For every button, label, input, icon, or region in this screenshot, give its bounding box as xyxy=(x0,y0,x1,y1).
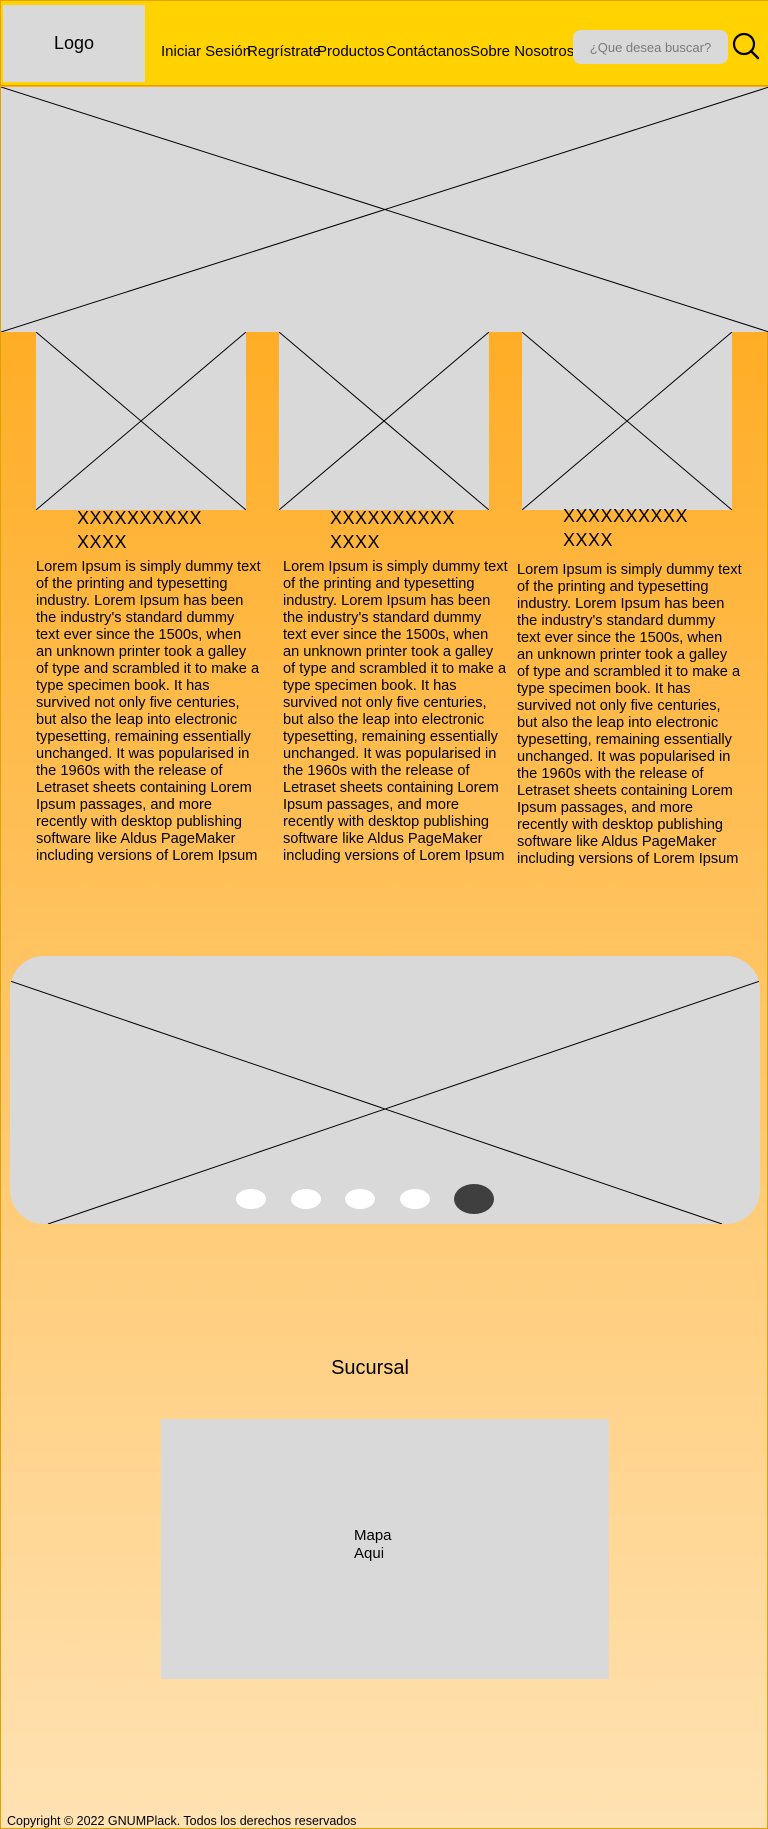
carousel-dot-active[interactable] xyxy=(454,1184,494,1214)
branch-title: Sucursal xyxy=(331,1357,409,1379)
nav-products-link[interactable]: Productos xyxy=(317,43,385,60)
image-carousel[interactable] xyxy=(10,956,760,1224)
card-description: Lorem Ipsum is simply dummy text of the … xyxy=(283,559,508,864)
map-label: Mapa Aqui xyxy=(354,1527,392,1563)
card-image xyxy=(522,332,732,510)
carousel-dot[interactable] xyxy=(291,1189,321,1209)
card-title: XXXXXXXXXX XXXX xyxy=(563,504,688,552)
footer-copyright: Copyright © 2022 GNUMPlack. Todos los de… xyxy=(7,1814,357,1828)
image-placeholder-icon xyxy=(10,980,760,1224)
hero-banner-image xyxy=(1,87,768,332)
nav-about-link[interactable]: Sobre Nosotros xyxy=(470,43,574,60)
card-title: XXXXXXXXXX XXXX xyxy=(77,506,202,554)
card-title-line: XXXX xyxy=(563,530,614,550)
card-image xyxy=(279,332,489,510)
nav-contact-link[interactable]: Contáctanos xyxy=(386,43,470,60)
nav-login-link[interactable]: Iniciar Sesión xyxy=(161,43,251,60)
logo-label: Logo xyxy=(53,33,95,53)
image-placeholder-icon xyxy=(279,332,489,510)
carousel-dot[interactable] xyxy=(236,1189,266,1209)
map-label-line: Mapa xyxy=(354,1527,392,1544)
nav-register-link[interactable]: Regrístrate xyxy=(247,43,321,60)
image-placeholder-icon xyxy=(1,87,768,332)
map-placeholder[interactable]: Mapa Aqui xyxy=(161,1419,609,1679)
image-placeholder-icon xyxy=(36,332,246,510)
image-placeholder-icon xyxy=(522,332,732,510)
card-description: Lorem Ipsum is simply dummy text of the … xyxy=(36,559,261,864)
card-title-line: XXXX xyxy=(330,532,381,552)
card-image xyxy=(36,332,246,510)
logo[interactable]: Logo xyxy=(3,5,145,82)
search-icon[interactable] xyxy=(731,31,761,61)
card-title-line: XXXXXXXXXX xyxy=(330,508,456,528)
search-input[interactable] xyxy=(573,30,728,64)
carousel-dot[interactable] xyxy=(345,1189,375,1209)
card-title-line: XXXXXXXXXX xyxy=(563,506,689,526)
map-label-line: Aqui xyxy=(354,1545,385,1562)
site-header: Logo Iniciar Sesión Regrístrate Producto… xyxy=(1,1,768,86)
card-description: Lorem Ipsum is simply dummy text of the … xyxy=(517,562,742,867)
carousel-dot[interactable] xyxy=(400,1189,430,1209)
card-title-line: XXXXXXXXXX xyxy=(77,508,203,528)
card-title-line: XXXX xyxy=(77,532,128,552)
card-title: XXXXXXXXXX XXXX xyxy=(330,506,455,554)
